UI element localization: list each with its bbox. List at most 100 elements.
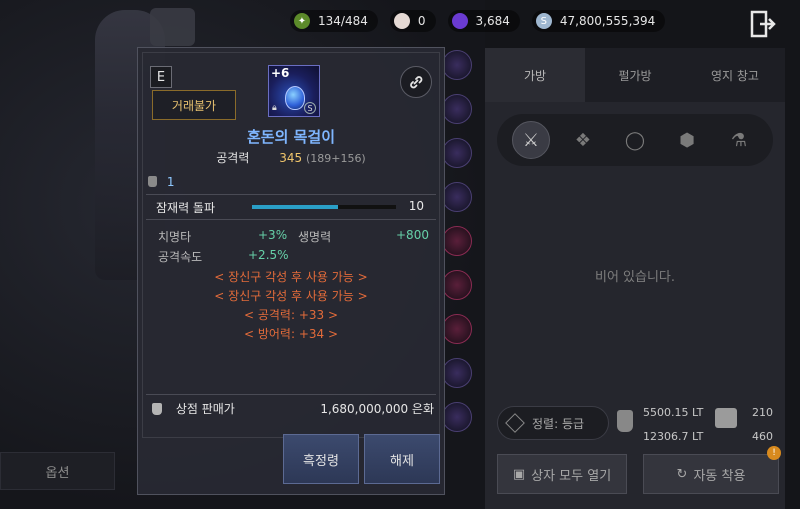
count-value: 1 xyxy=(166,175,175,189)
bag-icon xyxy=(148,176,157,187)
energy-value: 134/484 xyxy=(318,14,368,28)
breakthrough-value: 10 xyxy=(408,199,424,213)
weight-current: 5500.15 LT xyxy=(643,406,704,419)
sell-price-row: 상점 판매가 1,680,000,000 은화 xyxy=(152,400,434,417)
auto-equip-button[interactable]: ↻ 자동 착용 xyxy=(643,454,779,494)
diamond-icon xyxy=(505,413,525,433)
equipment-slot[interactable] xyxy=(442,94,472,124)
trade-status-badge: 거래불가 xyxy=(152,90,236,120)
tab-storage[interactable]: 영지 창고 xyxy=(685,48,785,102)
weight-icon xyxy=(617,410,633,432)
awakening-defense: < 방어력: +34 > xyxy=(243,327,339,341)
attack-row: 공격력 345 (189+156) xyxy=(138,149,444,166)
pearl-resource: 0 xyxy=(389,10,436,32)
equipment-slot[interactable] xyxy=(442,402,472,432)
breakthrough-label: 잠재력 돌파 xyxy=(156,201,216,215)
stat-atk-speed-value: +2.5% xyxy=(248,248,289,262)
energy-icon: ✦ xyxy=(294,13,310,29)
refresh-icon: ↻ xyxy=(676,466,688,482)
silver-value: 47,800,555,394 xyxy=(559,14,656,28)
stat-hp: 생명력 xyxy=(298,228,331,245)
equipment-slot[interactable] xyxy=(442,138,472,168)
link-icon xyxy=(410,76,423,89)
sort-label: 정렬: 등급 xyxy=(532,416,585,431)
option-button[interactable]: 옵션 xyxy=(0,452,115,490)
inventory-tabs: 가방 펄가방 영지 창고 xyxy=(485,48,785,102)
sell-price: 1,680,000,000 은화 xyxy=(320,402,434,416)
lock-icon: 🔒︎ xyxy=(272,103,277,113)
potion-icon[interactable]: ⚗ xyxy=(720,121,758,159)
slots-used: 210 xyxy=(752,406,773,419)
divider xyxy=(146,194,436,195)
breakthrough-bar xyxy=(252,205,396,209)
crystal-icon[interactable]: ⬢ xyxy=(668,121,706,159)
unequip-button[interactable]: 해제 xyxy=(364,434,440,484)
equipment-slot[interactable] xyxy=(442,270,472,300)
tab-pearl-bag[interactable]: 펄가방 xyxy=(585,48,685,102)
ring-icon[interactable]: ◯ xyxy=(616,121,654,159)
weight-max: 12306.7 LT xyxy=(643,430,704,443)
stat-value: +2.5% xyxy=(248,248,289,262)
resource-bar: ✦ 134/484 0 3,684 S 47,800,555,394 xyxy=(290,10,666,32)
pearl-icon xyxy=(393,13,410,29)
empty-message: 비어 있습니다. xyxy=(594,270,676,285)
equipment-slot[interactable] xyxy=(442,226,472,256)
money-bag-icon xyxy=(152,403,162,415)
open-all-boxes-button[interactable]: ▣ 상자 모두 열기 xyxy=(497,454,627,494)
crystal-icon xyxy=(451,13,468,29)
equipment-slot[interactable] xyxy=(442,182,472,212)
divider xyxy=(146,394,436,395)
stat-atk-speed: 공격속도 xyxy=(158,248,202,265)
open-all-label: 상자 모두 열기 xyxy=(531,468,612,484)
equipment-slot[interactable] xyxy=(442,50,472,80)
notification-badge: ! xyxy=(767,446,781,460)
breakthrough-fill xyxy=(252,205,339,209)
enhance-level: +6 xyxy=(271,66,290,80)
character-hat xyxy=(150,8,195,46)
stat-name: 공격속도 xyxy=(158,250,203,264)
stat-crit: 치명타 xyxy=(158,228,191,245)
pearl-value: 0 xyxy=(417,14,426,28)
tab-bag[interactable]: 가방 xyxy=(485,48,585,102)
stat-value: +800 xyxy=(396,228,429,242)
stat-crit-value: +3% xyxy=(258,228,287,242)
crystal-value: 3,684 xyxy=(475,14,510,28)
equipment-slot[interactable] xyxy=(442,314,472,344)
grade-badge: E xyxy=(150,66,172,88)
inventory-panel: 가방 펄가방 영지 창고 ⚔ ❖ ◯ ⬢ ⚗ 비어 있습니다. 정렬: 등급 5… xyxy=(485,48,785,509)
necklace-icon: +6 🔒︎ S xyxy=(268,65,320,117)
item-count: 1 xyxy=(148,175,174,189)
box-icon: ▣ xyxy=(512,466,526,482)
level-icon: S xyxy=(304,102,316,114)
sort-button[interactable]: 정렬: 등급 xyxy=(497,406,609,440)
sell-label: 상점 판매가 xyxy=(175,402,235,416)
equipment-slot[interactable] xyxy=(442,358,472,388)
awakening-note: < 장신구 각성 후 사용 가능 > xyxy=(214,270,368,284)
auto-equip-label: 자동 착용 xyxy=(693,468,746,484)
equipment-slot-column xyxy=(442,50,472,446)
attack-value: 345 xyxy=(279,151,303,165)
weight-info: 5500.15 LT 12306.7 LT 210 460 xyxy=(617,406,777,450)
armor-icon[interactable]: ❖ xyxy=(564,121,602,159)
stat-name: 치명타 xyxy=(158,230,192,244)
stat-name: 생명력 xyxy=(298,230,332,244)
awakening-attack: < 공격력: +33 > xyxy=(243,308,339,322)
link-button[interactable] xyxy=(400,66,432,98)
gem-icon xyxy=(285,86,305,110)
attack-detail: (189+156) xyxy=(305,152,366,165)
attack-label: 공격력 xyxy=(216,151,250,165)
slot-icon xyxy=(715,408,737,428)
divider xyxy=(146,219,436,220)
crystal-resource: 3,684 xyxy=(447,10,520,32)
item-tooltip: E 거래불가 +6 🔒︎ S 혼돈의 목걸이 공격력 345 (189+156)… xyxy=(137,47,445,495)
category-filter: ⚔ ❖ ◯ ⬢ ⚗ xyxy=(497,114,773,166)
silver-icon: S xyxy=(535,13,552,29)
black-spirit-button[interactable]: 흑정령 xyxy=(283,434,359,484)
sword-icon[interactable]: ⚔ xyxy=(512,121,550,159)
energy-resource: ✦ 134/484 xyxy=(290,10,378,32)
silver-resource: S 47,800,555,394 xyxy=(531,10,666,32)
exit-icon[interactable] xyxy=(750,10,776,38)
stat-hp-value: +800 xyxy=(396,228,429,242)
slots-max: 460 xyxy=(752,430,773,443)
awakening-note: < 장신구 각성 후 사용 가능 > xyxy=(214,289,368,303)
